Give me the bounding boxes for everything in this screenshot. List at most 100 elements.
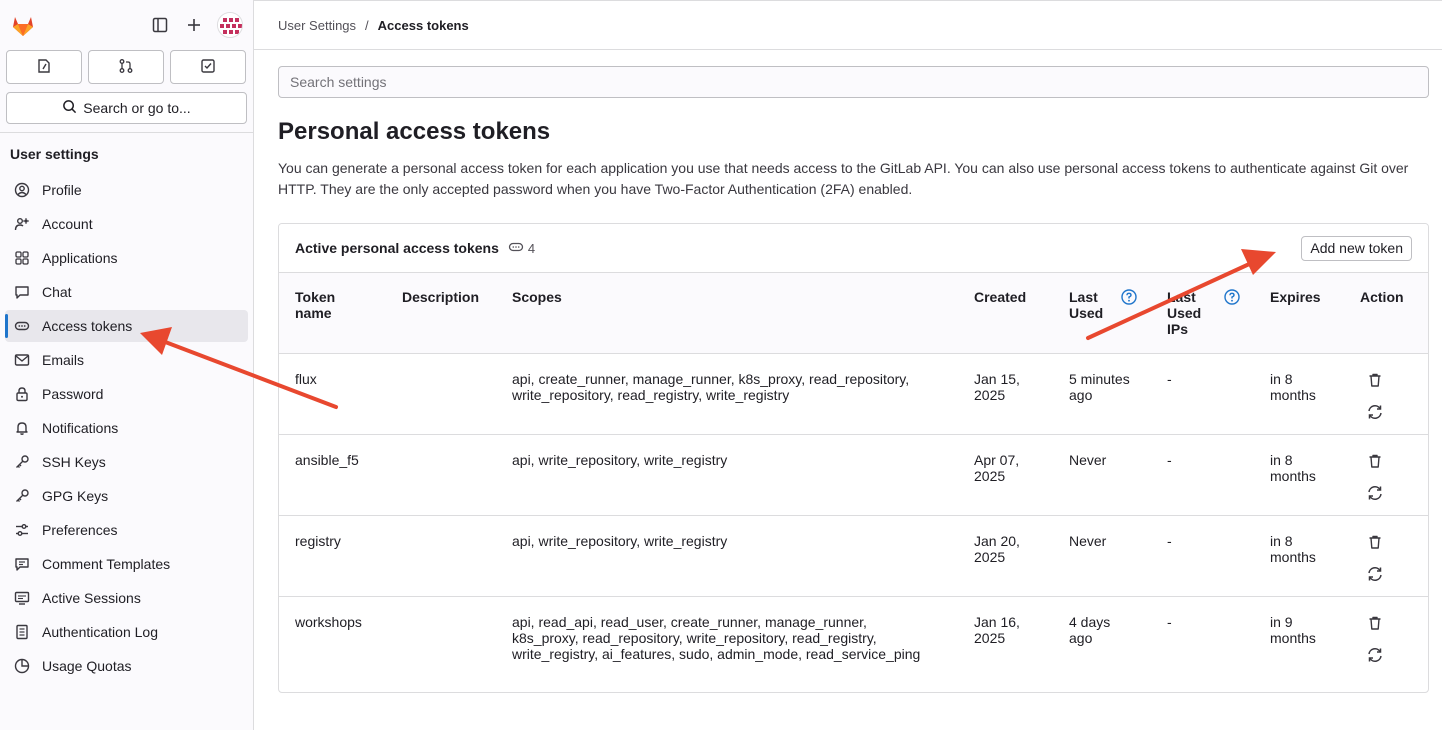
column-header-created[interactable]: Created [958, 273, 1053, 353]
sidebar-heading: User settings [10, 146, 99, 162]
comment-icon [13, 555, 31, 573]
sidebar-item-applications[interactable]: Applications [5, 242, 248, 274]
sidebar-item-label: Notifications [42, 420, 119, 436]
token-expires-cell: in 8 months [1270, 451, 1316, 484]
sidebar-item-profile[interactable]: Profile [5, 174, 248, 206]
table-row: flux api, create_runner, manage_runner, … [279, 353, 1428, 434]
rotate-icon[interactable] [1366, 403, 1384, 421]
token-last-used-ips-cell: - [1167, 370, 1172, 387]
table-row: ansible_f5 api, write_repository, write_… [279, 434, 1428, 515]
token-actions-cell [1344, 353, 1428, 434]
trash-icon[interactable] [1366, 614, 1384, 632]
main-content: User Settings / Access tokens Search set… [254, 0, 1442, 730]
help-icon[interactable] [1224, 289, 1240, 305]
sidebar: Search or go to... User settings Profile… [0, 0, 254, 730]
token-last-used-cell: 4 days ago [1069, 613, 1111, 646]
token-actions-cell [1344, 515, 1428, 596]
breadcrumb-user-settings-link[interactable]: User Settings [278, 18, 356, 33]
column-header-scopes[interactable]: Scopes [496, 273, 958, 353]
token-name-cell: flux [295, 370, 317, 387]
token-name-cell: ansible_f5 [295, 451, 359, 468]
issues-button[interactable] [6, 50, 82, 84]
column-header-description[interactable]: Description [386, 273, 496, 353]
search-or-go-button[interactable]: Search or go to... [6, 92, 247, 124]
sidebar-item-gpg-keys[interactable]: GPG Keys [5, 480, 248, 512]
sidebar-item-label: Comment Templates [42, 556, 171, 572]
trash-icon[interactable] [1366, 452, 1384, 470]
sidebar-item-preferences[interactable]: Preferences [5, 514, 248, 546]
token-count-badge: 4 [508, 239, 535, 258]
sidebar-item-password[interactable]: Password [5, 378, 248, 410]
token-created-cell: Jan 15, 2025 [974, 370, 1020, 403]
trash-icon[interactable] [1366, 371, 1384, 389]
sidebar-item-active-sessions[interactable]: Active Sessions [5, 582, 248, 614]
token-last-used-ips-cell: - [1167, 613, 1172, 630]
sidebar-item-label: Chat [42, 284, 72, 300]
trash-icon[interactable] [1366, 533, 1384, 551]
column-header-action: Action [1360, 289, 1404, 305]
sidebar-nav: Profile Account Applications Chat Access… [0, 174, 253, 682]
sidebar-item-comment-templates[interactable]: Comment Templates [5, 548, 248, 580]
sidebar-item-label: Account [42, 216, 93, 232]
table-row: registry api, write_repository, write_re… [279, 515, 1428, 596]
gitlab-logo-icon[interactable] [10, 12, 36, 38]
search-or-go-label: Search or go to... [83, 100, 191, 116]
token-expires-cell: in 8 months [1270, 370, 1316, 403]
sidebar-item-label: Active Sessions [42, 590, 141, 606]
rotate-icon[interactable] [1366, 646, 1384, 664]
sidebar-item-notifications[interactable]: Notifications [5, 412, 248, 444]
merge-requests-button[interactable] [88, 50, 164, 84]
sidebar-item-ssh-keys[interactable]: SSH Keys [5, 446, 248, 478]
sidebar-item-label: SSH Keys [42, 454, 106, 470]
token-scopes-cell: api, read_api, read_user, create_runner,… [512, 613, 921, 662]
issues-icon [36, 58, 52, 77]
card-title: Active personal access tokens [295, 240, 499, 256]
todos-button[interactable] [170, 50, 246, 84]
page-title: Personal access tokens [278, 118, 551, 145]
sidebar-item-access-tokens[interactable]: Access tokens [5, 310, 248, 342]
column-header-token-name[interactable]: Token name [279, 273, 386, 353]
add-new-token-button[interactable]: Add new token [1301, 235, 1412, 261]
sidebar-item-label: Authentication Log [42, 624, 158, 640]
sidebar-item-usage-quotas[interactable]: Usage Quotas [5, 650, 248, 682]
token-last-used-cell: 5 minutes ago [1069, 370, 1130, 403]
rotate-icon[interactable] [1366, 484, 1384, 502]
token-description-cell [386, 353, 496, 434]
toggle-sidebar-icon[interactable] [149, 14, 171, 36]
token-last-used-ips-cell: - [1167, 451, 1172, 468]
tokens-table: Token name Description Scopes Created La… [279, 273, 1428, 677]
token-expires-cell: in 9 months [1270, 613, 1316, 646]
search-settings-input[interactable]: Search settings [278, 66, 1429, 98]
account-icon [13, 215, 31, 233]
quota-icon [13, 657, 31, 675]
token-description-cell [386, 434, 496, 515]
column-header-last-used[interactable]: Last Used [1053, 273, 1151, 353]
token-last-used-ips-cell: - [1167, 532, 1172, 549]
sidebar-item-emails[interactable]: Emails [5, 344, 248, 376]
sidebar-item-authentication-log[interactable]: Authentication Log [5, 616, 248, 648]
page-description: You can generate a personal access token… [278, 160, 1409, 197]
mail-icon [13, 351, 31, 369]
sidebar-item-label: Applications [42, 250, 118, 266]
profile-icon [13, 181, 31, 199]
column-header-last-used-ips[interactable]: Last Used IPs [1151, 273, 1254, 353]
column-header-expires[interactable]: Expires [1254, 273, 1344, 353]
plus-icon[interactable] [183, 14, 205, 36]
breadcrumb-current[interactable]: Access tokens [378, 18, 469, 33]
bell-icon [13, 419, 31, 437]
user-avatar[interactable] [217, 12, 243, 38]
sidebar-item-account[interactable]: Account [5, 208, 248, 240]
token-scopes-cell: api, create_runner, manage_runner, k8s_p… [512, 370, 910, 403]
token-description-cell [386, 515, 496, 596]
token-scopes-cell: api, write_repository, write_registry [512, 532, 728, 549]
token-icon [508, 239, 524, 258]
log-icon [13, 623, 31, 641]
sidebar-header [0, 0, 253, 50]
sidebar-quick-actions [0, 50, 253, 84]
help-icon[interactable] [1121, 289, 1137, 305]
token-last-used-cell: Never [1069, 451, 1107, 468]
sidebar-item-chat[interactable]: Chat [5, 276, 248, 308]
sidebar-item-label: Password [42, 386, 104, 402]
rotate-icon[interactable] [1366, 565, 1384, 583]
merge-request-icon [118, 58, 134, 77]
